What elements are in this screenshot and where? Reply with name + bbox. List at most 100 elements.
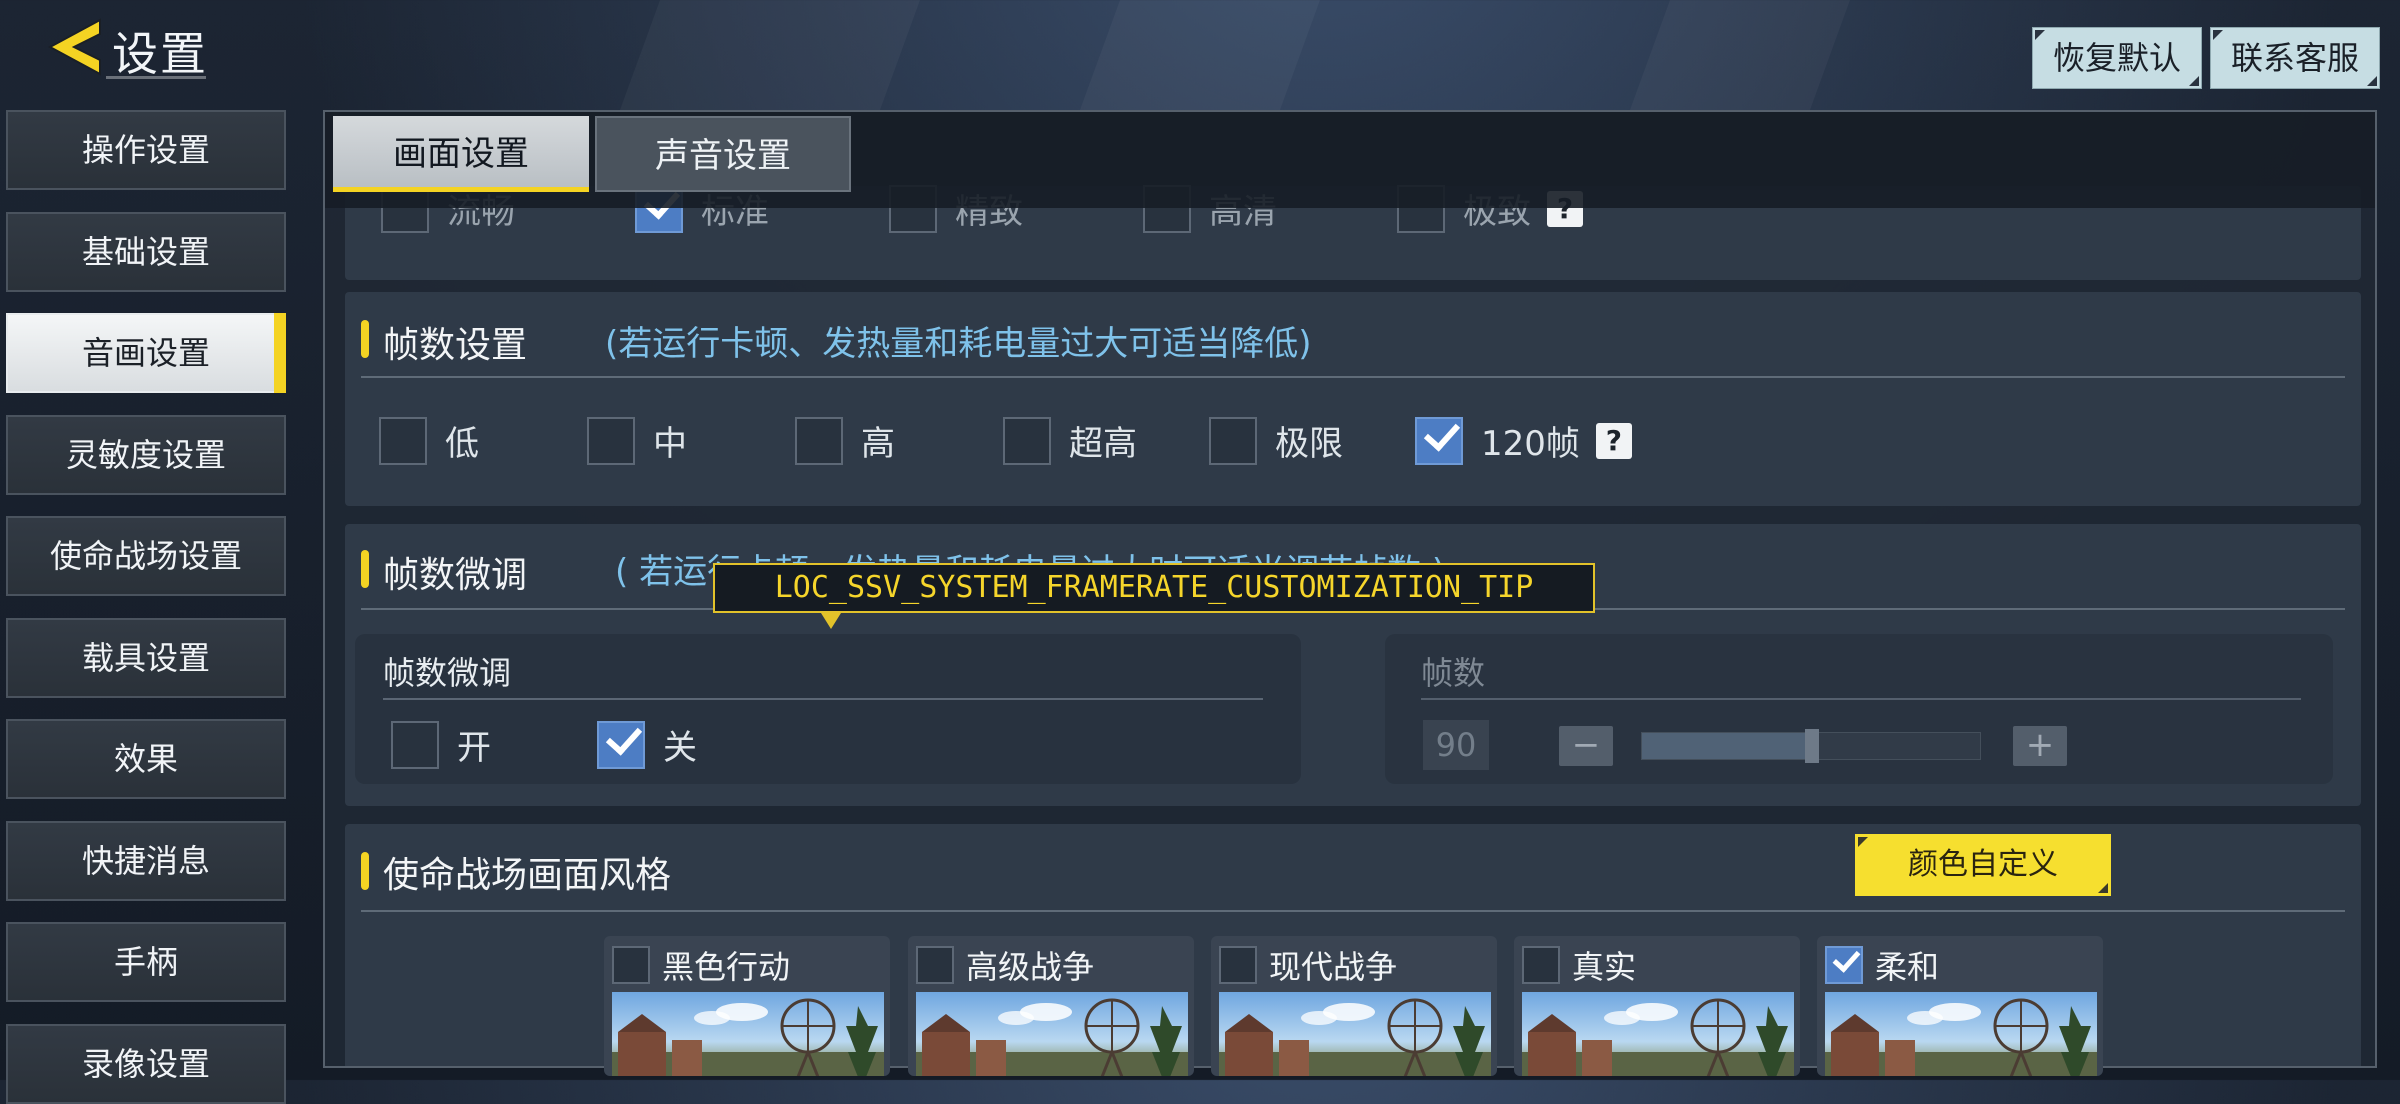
style-card-header: 黑色行动 xyxy=(612,942,790,988)
fps-value: 90 xyxy=(1423,720,1489,770)
checkbox[interactable] xyxy=(1415,416,1463,465)
framerate-option-label: 120帧 xyxy=(1481,424,1580,464)
background-shape xyxy=(1629,0,1851,110)
style-card[interactable]: 柔和 xyxy=(1817,936,2103,1076)
checkbox[interactable] xyxy=(612,946,650,984)
restore-default-label: 恢复默认 xyxy=(2052,39,2181,77)
framerate-option-label: 极限 xyxy=(1275,424,1343,464)
framerate-option-label: 中 xyxy=(653,424,687,464)
style-card[interactable]: 高级战争 xyxy=(908,936,1194,1076)
tab-sound[interactable]: 声音设置 xyxy=(595,116,851,192)
checkbox[interactable] xyxy=(391,720,439,769)
fine-tune-toggle-title: 帧数微调 xyxy=(383,654,512,692)
checkbox[interactable] xyxy=(1825,946,1863,984)
fps-slider-fill xyxy=(1642,733,1812,759)
title-underline xyxy=(106,76,206,79)
style-card[interactable]: 现代战争 xyxy=(1211,936,1497,1076)
section-marker xyxy=(361,320,369,358)
style-card-label: 柔和 xyxy=(1875,948,1940,986)
sidebar-item[interactable]: 录像设置 xyxy=(6,1023,286,1104)
framerate-option-label: 低 xyxy=(445,424,479,464)
style-card-label: 黑色行动 xyxy=(662,948,791,986)
fine-tune-on-option[interactable]: 开 xyxy=(391,720,491,769)
style-card-label: 真实 xyxy=(1572,948,1637,986)
fine-tune-toggle-panel: 帧数微调 开 关 xyxy=(355,634,1301,784)
checkbox[interactable] xyxy=(597,720,645,769)
sidebar-item-label: 手柄 xyxy=(113,943,178,981)
page-title: 设置 xyxy=(112,27,208,81)
fps-decrease-button[interactable]: − xyxy=(1559,726,1613,766)
subpanel-divider xyxy=(383,698,1263,700)
checkbox[interactable] xyxy=(916,946,954,984)
restore-default-button[interactable]: 恢复默认 xyxy=(2032,27,2202,89)
back-button[interactable] xyxy=(44,16,106,78)
style-card[interactable]: 真实 xyxy=(1514,936,1800,1076)
fps-slider[interactable] xyxy=(1641,729,1981,763)
checkbox[interactable] xyxy=(1522,946,1560,984)
section-divider xyxy=(361,376,2345,378)
framerate-tip-tooltip: LOC_SSV_SYSTEM_FRAMERATE_CUSTOMIZATION_T… xyxy=(713,563,1595,629)
style-card[interactable]: 黑色行动 xyxy=(604,936,890,1076)
color-customize-label: 颜色自定义 xyxy=(1908,847,2058,882)
framerate-option[interactable]: 超高 xyxy=(1003,416,1137,465)
style-card-header: 高级战争 xyxy=(916,942,1094,988)
style-title: 使命战场画面风格 xyxy=(383,855,672,896)
style-card-label: 高级战争 xyxy=(966,948,1095,986)
checkbox[interactable] xyxy=(1209,416,1257,465)
sidebar-item[interactable]: 操作设置 xyxy=(6,110,286,190)
back-arrow-icon xyxy=(47,18,101,76)
help-icon[interactable]: ? xyxy=(1595,422,1632,459)
color-customize-button[interactable]: 颜色自定义 xyxy=(1855,834,2111,896)
checkbox[interactable] xyxy=(1219,946,1257,984)
fps-increase-button[interactable]: + xyxy=(2013,726,2067,766)
sidebar-item-label: 快捷消息 xyxy=(81,841,210,880)
sidebar-item[interactable]: 快捷消息 xyxy=(6,820,286,901)
sidebar-item-label: 音画设置 xyxy=(81,334,210,372)
style-card-header: 真实 xyxy=(1522,942,1636,988)
checkbox[interactable] xyxy=(795,416,843,465)
sidebar-item[interactable]: 基础设置 xyxy=(6,211,286,292)
framerate-option[interactable]: 极限 xyxy=(1209,416,1343,465)
style-preview-image xyxy=(1825,992,2097,1076)
sidebar-item[interactable]: 灵敏度设置 xyxy=(6,414,286,495)
background-shape xyxy=(619,0,921,110)
sidebar-item-label: 基础设置 xyxy=(81,232,210,271)
tooltip-text: LOC_SSV_SYSTEM_FRAMERATE_CUSTOMIZATION_T… xyxy=(774,570,1534,605)
sidebar-item[interactable]: 效果 xyxy=(6,719,286,799)
framerate-title: 帧数设置 xyxy=(383,325,528,366)
contact-support-button[interactable]: 联系客服 xyxy=(2210,27,2380,89)
section-divider xyxy=(361,910,2345,912)
style-preview-image xyxy=(1522,992,1794,1076)
tab-display[interactable]: 画面设置 xyxy=(333,116,589,192)
fine-tune-title: 帧数微调 xyxy=(383,555,528,596)
sidebar-item[interactable]: 音画设置 xyxy=(6,313,286,393)
section-marker xyxy=(361,550,369,588)
sidebar-item[interactable]: 手柄 xyxy=(6,922,286,1002)
fps-slider-thumb[interactable] xyxy=(1805,729,1819,763)
framerate-option[interactable]: 中 xyxy=(587,416,687,465)
fine-tune-on-label: 开 xyxy=(457,728,491,768)
style-preview-image xyxy=(612,992,884,1076)
active-indicator xyxy=(274,313,286,393)
fps-panel: 帧数 90 − + xyxy=(1385,634,2333,784)
framerate-hint: (若运行卡顿、发热量和耗电量过大可适当降低) xyxy=(605,324,1312,364)
framerate-option-label: 超高 xyxy=(1069,424,1137,464)
fps-title: 帧数 xyxy=(1421,654,1486,692)
sidebar-item[interactable]: 载具设置 xyxy=(6,617,286,698)
subpanel-divider xyxy=(1421,698,2301,700)
sidebar-item-label: 操作设置 xyxy=(81,131,210,169)
checkbox[interactable] xyxy=(1003,416,1051,465)
framerate-option[interactable]: 高 xyxy=(795,416,895,465)
sidebar-item[interactable]: 使命战场设置 xyxy=(6,516,286,596)
checkbox[interactable] xyxy=(587,416,635,465)
tooltip-arrow xyxy=(821,613,841,629)
framerate-option[interactable]: 120帧? xyxy=(1415,416,1632,465)
framerate-option[interactable]: 低 xyxy=(379,416,479,465)
style-preview-image xyxy=(916,992,1188,1076)
fine-tune-off-option[interactable]: 关 xyxy=(597,720,697,769)
style-card-header: 现代战争 xyxy=(1219,942,1397,988)
style-preview-image xyxy=(1219,992,1491,1076)
fine-tune-off-label: 关 xyxy=(663,728,697,768)
checkbox[interactable] xyxy=(379,416,427,465)
contact-support-label: 联系客服 xyxy=(2230,39,2359,77)
